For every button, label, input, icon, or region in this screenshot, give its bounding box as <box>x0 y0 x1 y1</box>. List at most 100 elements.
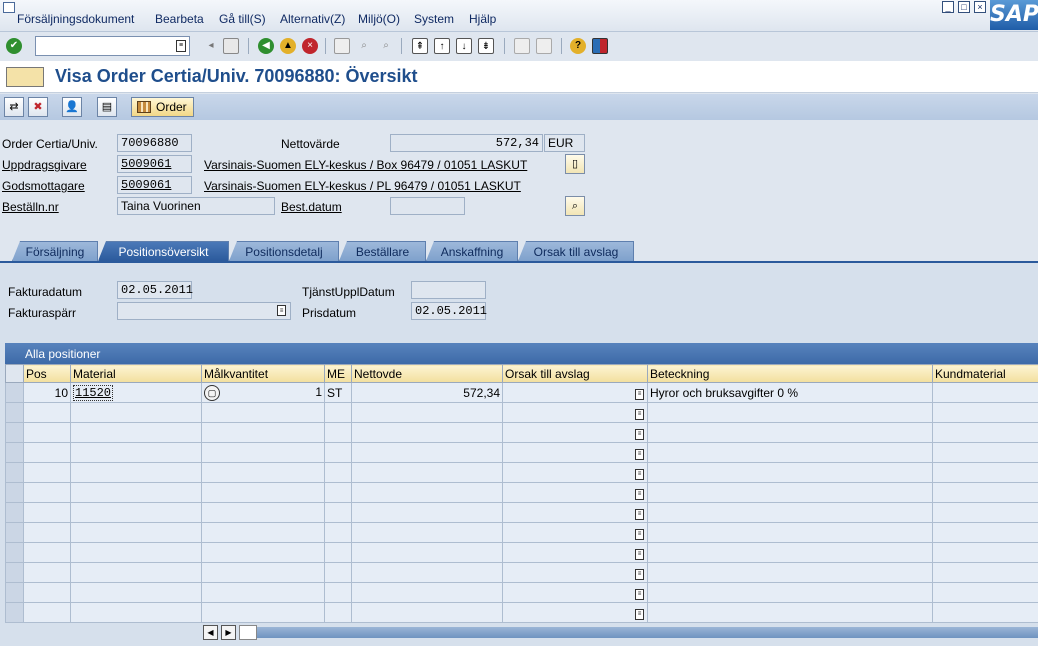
item-rejection-dropdown[interactable]: ≡ <box>502 382 648 403</box>
table-row-empty[interactable]: ≡ <box>5 402 1038 423</box>
item-net-value[interactable] <box>351 582 503 603</box>
table-row[interactable]: 10 11520 ▢ 1 ST 572,34 ≡ Hyror och bruksa… <box>5 382 1038 403</box>
first-page-icon[interactable]: ⇞ <box>412 38 428 54</box>
ship-to-field[interactable]: 5009061 <box>117 176 192 194</box>
item-customer-material[interactable] <box>932 502 1038 523</box>
partner-icon[interactable]: 👤 <box>62 97 82 117</box>
dropdown-icon[interactable]: ≡ <box>635 429 644 440</box>
item-customer-material[interactable] <box>932 482 1038 503</box>
customize-layout-icon[interactable] <box>592 38 608 54</box>
display-change-icon[interactable]: ⇄ <box>4 97 24 117</box>
row-selector[interactable] <box>5 582 24 603</box>
item-description[interactable] <box>647 402 933 423</box>
item-unit[interactable] <box>324 482 352 503</box>
item-pos[interactable] <box>23 442 71 463</box>
item-customer-material[interactable] <box>932 562 1038 583</box>
minimize-icon[interactable]: _ <box>942 1 954 13</box>
item-quantity[interactable] <box>201 562 325 583</box>
item-material[interactable] <box>70 602 202 623</box>
menu-bearbeta[interactable]: Bearbeta <box>155 12 204 26</box>
item-quantity[interactable] <box>201 422 325 443</box>
tab-anskaffning[interactable]: Anskaffning <box>426 241 518 261</box>
sold-to-field[interactable]: 5009061 <box>117 155 192 173</box>
row-selector[interactable] <box>5 402 24 423</box>
column-header-material[interactable]: Material <box>70 364 202 383</box>
ship-to-label[interactable]: Godsmottagare <box>2 179 85 193</box>
item-unit[interactable] <box>324 462 352 483</box>
dropdown-icon[interactable]: ≡ <box>635 389 644 400</box>
command-field[interactable]: ≡ <box>35 36 190 56</box>
item-pos[interactable] <box>23 542 71 563</box>
table-row-empty[interactable]: ≡ <box>5 542 1038 563</box>
item-description[interactable] <box>647 442 933 463</box>
menu-miljo[interactable]: Miljö(O) <box>358 12 400 26</box>
item-material[interactable] <box>70 562 202 583</box>
item-customer-material[interactable] <box>932 442 1038 463</box>
tab-positionsdetalj[interactable]: Positionsdetalj <box>229 241 339 261</box>
row-selector[interactable] <box>5 482 24 503</box>
net-value-field[interactable]: 572,34 <box>390 134 543 152</box>
item-quantity[interactable] <box>201 582 325 603</box>
item-net-value[interactable] <box>351 602 503 623</box>
item-net-value[interactable] <box>351 502 503 523</box>
delete-icon[interactable]: ✖ <box>28 97 48 117</box>
item-rejection-dropdown[interactable]: ≡ <box>502 542 648 563</box>
item-quantity[interactable] <box>201 462 325 483</box>
order-button[interactable]: Order <box>131 97 194 117</box>
search-icon[interactable]: ⌕ <box>565 196 585 216</box>
row-selector[interactable] <box>5 602 24 623</box>
item-net-value[interactable] <box>351 522 503 543</box>
item-net-value[interactable] <box>351 562 503 583</box>
item-description[interactable] <box>647 602 933 623</box>
dropdown-icon[interactable]: ≡ <box>635 529 644 540</box>
item-quantity-cell[interactable]: ▢ 1 <box>201 382 325 403</box>
item-pos[interactable] <box>23 502 71 523</box>
table-row-empty[interactable]: ≡ <box>5 522 1038 543</box>
tab-bestallare[interactable]: Beställare <box>339 241 426 261</box>
item-material[interactable] <box>70 522 202 543</box>
row-selector[interactable] <box>5 502 24 523</box>
po-date-label[interactable]: Best.datum <box>281 200 342 214</box>
item-material[interactable] <box>70 482 202 503</box>
po-number-field[interactable]: Taina Vuorinen <box>117 197 275 215</box>
dropdown-icon[interactable]: ≡ <box>635 409 644 420</box>
item-customer-material[interactable] <box>932 422 1038 443</box>
service-date-field[interactable] <box>411 281 486 299</box>
item-rejection-dropdown[interactable]: ≡ <box>502 502 648 523</box>
item-unit[interactable] <box>324 602 352 623</box>
last-page-icon[interactable]: ⇟ <box>478 38 494 54</box>
item-rejection-dropdown[interactable]: ≡ <box>502 562 648 583</box>
dropdown-icon[interactable]: ≡ <box>635 449 644 460</box>
row-selector[interactable] <box>5 462 24 483</box>
item-quantity[interactable] <box>201 502 325 523</box>
item-pos[interactable] <box>23 562 71 583</box>
item-pos[interactable] <box>23 402 71 423</box>
column-header-description[interactable]: Beteckning <box>647 364 933 383</box>
row-selector[interactable] <box>5 422 24 443</box>
item-pos[interactable] <box>23 422 71 443</box>
prev-page-icon[interactable]: ↑ <box>434 38 450 54</box>
item-quantity[interactable] <box>201 522 325 543</box>
item-unit[interactable] <box>324 522 352 543</box>
item-quantity[interactable] <box>201 602 325 623</box>
pricing-date-field[interactable]: 02.05.2011 <box>411 302 487 320</box>
item-description[interactable] <box>647 482 933 503</box>
item-rejection-dropdown[interactable]: ≡ <box>502 602 648 623</box>
system-menu-icon[interactable] <box>3 2 15 13</box>
table-row-empty[interactable]: ≡ <box>5 442 1038 463</box>
item-unit[interactable] <box>324 422 352 443</box>
currency-field[interactable]: EUR <box>544 134 585 152</box>
item-net-value[interactable] <box>351 442 503 463</box>
item-material-cell[interactable]: 11520 <box>70 382 202 403</box>
item-quantity[interactable] <box>201 542 325 563</box>
item-pos[interactable] <box>23 522 71 543</box>
item-rejection-dropdown[interactable]: ≡ <box>502 582 648 603</box>
exit-icon[interactable]: ▲ <box>280 38 296 54</box>
item-customer-material[interactable] <box>932 542 1038 563</box>
item-customer-material[interactable] <box>932 602 1038 623</box>
item-description[interactable] <box>647 582 933 603</box>
item-pos[interactable] <box>23 462 71 483</box>
sold-to-address[interactable]: Varsinais-Suomen ELY-keskus / Box 96479 … <box>204 158 527 172</box>
billing-date-field[interactable]: 02.05.2011 <box>117 281 193 299</box>
item-net-value[interactable] <box>351 422 503 443</box>
